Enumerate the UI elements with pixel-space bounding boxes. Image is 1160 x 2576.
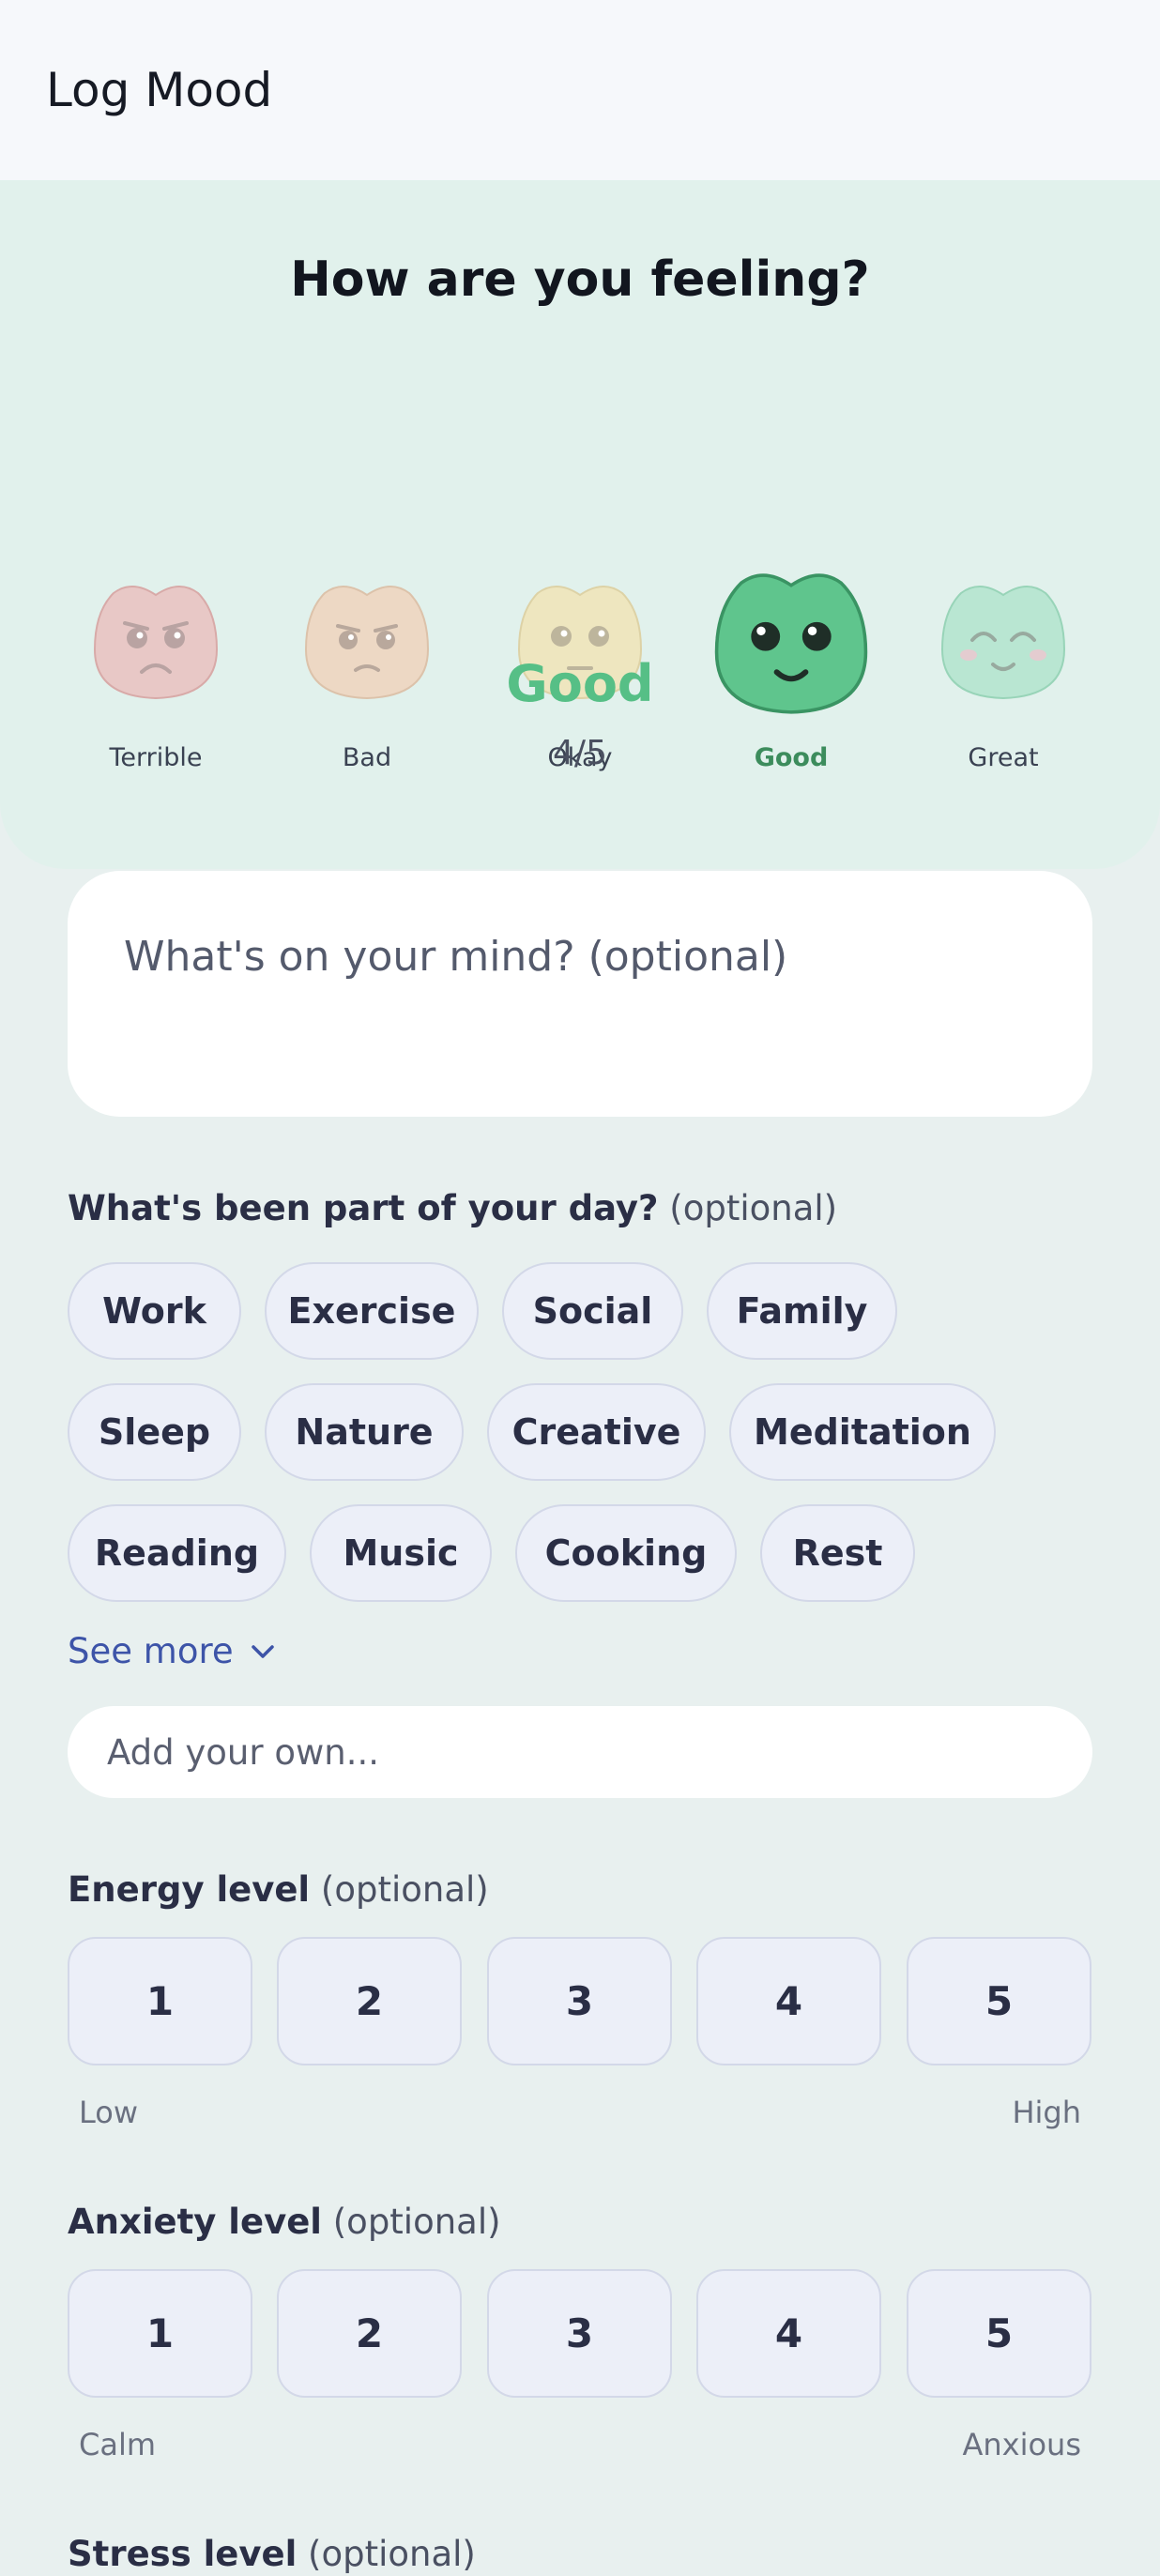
anxiety-level-1[interactable]: 1 — [68, 2269, 252, 2398]
page-title: Log Mood — [46, 63, 273, 117]
chip-work[interactable]: Work — [68, 1262, 241, 1360]
chip-social[interactable]: Social — [502, 1262, 683, 1360]
energy-level-1[interactable]: 1 — [68, 1937, 252, 2065]
stress-title: Stress level — [68, 2534, 298, 2574]
chip-cooking[interactable]: Cooking — [515, 1504, 737, 1602]
energy-low-label: Low — [79, 2095, 139, 2130]
energy-level-4[interactable]: 4 — [696, 1937, 881, 2065]
chip-nature[interactable]: Nature — [265, 1383, 464, 1481]
anxiety-level-4[interactable]: 4 — [696, 2269, 881, 2398]
app-header: Log Mood — [0, 0, 1160, 180]
selected-mood-score: 4/5 — [553, 734, 607, 772]
see-more-link[interactable]: See more — [68, 1631, 277, 1671]
anxiety-low-label: Calm — [79, 2427, 157, 2462]
anxiety-level-5[interactable]: 5 — [907, 2269, 1091, 2398]
energy-level-3[interactable]: 3 — [487, 1937, 672, 2065]
chip-meditation[interactable]: Meditation — [729, 1383, 996, 1481]
activities-title: What's been part of your day? — [68, 1188, 659, 1228]
energy-title: Energy level — [68, 1869, 311, 1910]
see-more-label: See more — [68, 1631, 234, 1671]
chip-family[interactable]: Family — [707, 1262, 897, 1360]
activities-heading: What's been part of your day? (optional) — [68, 1188, 837, 1228]
chip-creative[interactable]: Creative — [487, 1383, 706, 1481]
energy-optional: (optional) — [310, 1869, 489, 1910]
selected-mood-name: Good — [506, 654, 654, 713]
energy-level-2[interactable]: 2 — [277, 1937, 462, 2065]
anxiety-title: Anxiety level — [68, 2202, 322, 2242]
chip-exercise[interactable]: Exercise — [265, 1262, 479, 1360]
stress-heading: Stress level (optional) — [68, 2534, 476, 2574]
energy-heading: Energy level (optional) — [68, 1869, 489, 1910]
chip-music[interactable]: Music — [310, 1504, 492, 1602]
anxiety-optional: (optional) — [321, 2202, 501, 2242]
anxiety-level-2[interactable]: 2 — [277, 2269, 462, 2398]
energy-level-5[interactable]: 5 — [907, 1937, 1091, 2065]
chip-reading[interactable]: Reading — [68, 1504, 286, 1602]
add-activity-input[interactable] — [68, 1706, 1092, 1798]
chip-rest[interactable]: Rest — [760, 1504, 915, 1602]
activities-optional: (optional) — [658, 1188, 838, 1228]
note-input[interactable] — [68, 871, 1092, 1117]
chip-sleep[interactable]: Sleep — [68, 1383, 241, 1481]
mood-question: How are you feeling? — [290, 252, 870, 308]
anxiety-heading: Anxiety level (optional) — [68, 2202, 501, 2242]
energy-high-label: High — [1012, 2095, 1081, 2130]
anxiety-level-3[interactable]: 3 — [487, 2269, 672, 2398]
mood-panel: How are you feeling? Terrible Bad Okay G… — [0, 180, 1160, 869]
stress-optional: (optional) — [297, 2534, 476, 2574]
anxiety-high-label: Anxious — [962, 2427, 1081, 2462]
chevron-down-icon — [251, 1644, 274, 1658]
